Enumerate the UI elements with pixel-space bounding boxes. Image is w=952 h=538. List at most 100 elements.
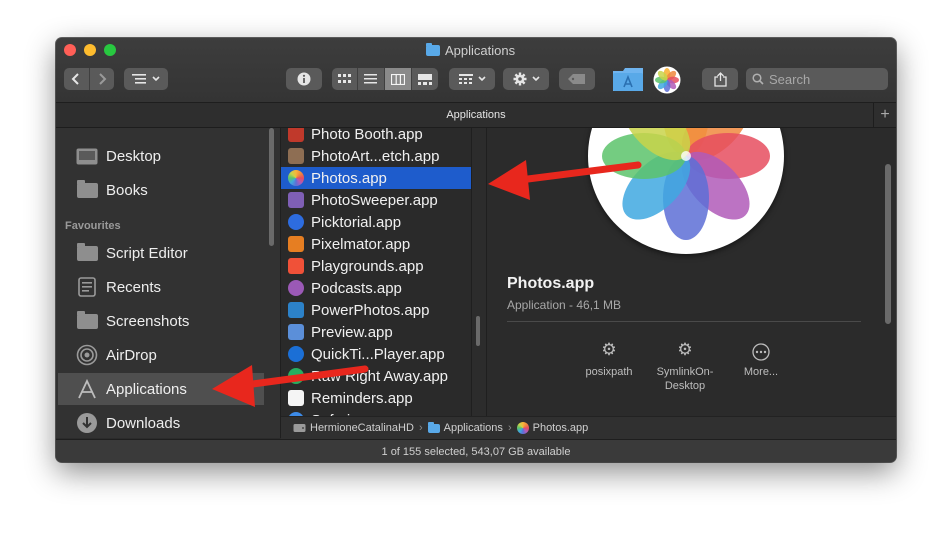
- sidebar-item-airdrop[interactable]: AirDrop: [56, 339, 280, 371]
- applications-column: Photo Booth.app PhotoArt...etch.app Phot…: [281, 128, 471, 438]
- path-separator: ›: [507, 422, 512, 434]
- sidebar-item-label: Applications: [106, 380, 187, 398]
- path-crumb-photos[interactable]: Photos.app: [516, 422, 589, 434]
- list-item[interactable]: Picktorial.app: [281, 211, 471, 233]
- folder-icon: [76, 310, 98, 331]
- back-button[interactable]: [64, 68, 90, 90]
- window-title-text: Applications: [445, 42, 516, 58]
- action-menu-button[interactable]: [503, 68, 549, 90]
- sidebar-item-books[interactable]: Books: [56, 174, 280, 206]
- sidebar-item-applications[interactable]: Applications: [58, 373, 264, 405]
- list-item[interactable]: Pixelmator.app: [281, 233, 471, 255]
- arrange-dropdown[interactable]: [124, 68, 168, 90]
- photos-icon: [653, 66, 681, 94]
- list-item-selected[interactable]: Photos.app: [281, 167, 471, 189]
- list-item[interactable]: PowerPhotos.app: [281, 299, 471, 321]
- app-name: Pixelmator.app: [311, 235, 411, 253]
- list-item[interactable]: Preview.app: [281, 321, 471, 343]
- applications-folder-icon[interactable]: [612, 66, 644, 92]
- quick-action-posixpath[interactable]: ⚙ posixpath: [569, 341, 649, 379]
- app-name: Photos.app: [311, 169, 387, 187]
- chevron-down-icon: [152, 76, 160, 82]
- more-icon: [721, 343, 801, 365]
- drive-icon: [293, 424, 306, 432]
- quick-action-more[interactable]: More...: [721, 343, 801, 379]
- gallery-view-button[interactable]: [412, 68, 438, 90]
- list-item[interactable]: PhotoArt...etch.app: [281, 145, 471, 167]
- list-item[interactable]: Photo Booth.app: [281, 128, 471, 145]
- app-icon: [288, 302, 304, 318]
- chevron-right-icon: [99, 73, 107, 85]
- columns-icon: [390, 73, 405, 85]
- app-icon: [288, 346, 304, 362]
- app-name: PhotoSweeper.app: [311, 191, 438, 209]
- list-item[interactable]: QuickTi...Player.app: [281, 343, 471, 365]
- sidebar-item-recents[interactable]: Recents: [56, 271, 280, 303]
- column-header-title: Applications: [446, 109, 506, 121]
- folder-icon: [76, 179, 98, 200]
- app-icon: [288, 390, 304, 406]
- quick-action-symlink[interactable]: ⚙ SymlinkOn-Desktop: [643, 341, 727, 393]
- divider: [507, 321, 861, 322]
- tag-icon: [568, 74, 585, 84]
- list-item[interactable]: PhotoSweeper.app: [281, 189, 471, 211]
- preview-pane: Photos.app Application - 46,1 MB ⚙ posix…: [487, 128, 880, 438]
- sidebar-item-label: Recents: [106, 278, 162, 296]
- path-crumb-label: Photos.app: [532, 422, 589, 434]
- app-icon: [288, 280, 304, 296]
- minimize-button[interactable]: [84, 44, 96, 56]
- search-icon: [752, 73, 764, 85]
- add-tab-button[interactable]: +: [873, 103, 896, 127]
- column-scrollbar[interactable]: [476, 316, 480, 346]
- app-name: Preview.app: [311, 323, 393, 341]
- list-item[interactable]: Reminders.app: [281, 387, 471, 409]
- icon-view-button[interactable]: [332, 68, 359, 90]
- share-button[interactable]: [702, 68, 738, 90]
- path-bar: HermioneCatalinaHD › Applications › Phot…: [281, 416, 896, 439]
- status-text: 1 of 155 selected, 543,07 GB available: [381, 445, 571, 458]
- path-crumb-volume[interactable]: HermioneCatalinaHD: [293, 422, 414, 434]
- path-crumb-applications[interactable]: Applications: [427, 421, 503, 434]
- list-lines-icon: [132, 74, 146, 84]
- sidebar-scrollbar[interactable]: [269, 128, 274, 246]
- list-item[interactable]: Playgrounds.app: [281, 255, 471, 277]
- zoom-button[interactable]: [104, 44, 116, 56]
- group-by-dropdown[interactable]: [449, 68, 495, 90]
- tags-button[interactable]: [559, 68, 595, 90]
- sidebar-item-label: Script Editor: [106, 244, 188, 262]
- path-crumb-label: HermioneCatalinaHD: [310, 422, 414, 434]
- column-view-button[interactable]: [384, 68, 412, 90]
- app-icon: [288, 192, 304, 208]
- app-name: PowerPhotos.app: [311, 301, 430, 319]
- quick-action-label: More...: [743, 366, 779, 378]
- app-icon: [288, 368, 304, 384]
- sidebar: Desktop Books Favourites Script Editor R…: [56, 128, 281, 438]
- app-icon: [288, 214, 304, 230]
- photos-app-icon[interactable]: [653, 66, 681, 94]
- sidebar-item-script-editor[interactable]: Script Editor: [56, 237, 280, 269]
- downloads-icon: [76, 413, 98, 433]
- sidebar-item-downloads[interactable]: Downloads: [56, 407, 280, 438]
- view-mode-control: [332, 68, 438, 90]
- get-info-button[interactable]: [286, 68, 322, 90]
- airdrop-icon: [76, 344, 98, 366]
- preview-scrollbar[interactable]: [885, 164, 891, 324]
- path-separator: ›: [418, 422, 423, 434]
- window-title: Applications: [426, 42, 515, 58]
- photos-app-large-icon: [588, 128, 784, 254]
- sidebar-item-desktop[interactable]: Desktop: [56, 140, 280, 172]
- list-item[interactable]: Podcasts.app: [281, 277, 471, 299]
- recents-icon: [76, 277, 98, 297]
- app-name: Picktorial.app: [311, 213, 402, 231]
- app-name: QuickTi...Player.app: [311, 345, 445, 363]
- column-resize-handle[interactable]: [471, 128, 487, 438]
- column-header: Applications +: [56, 103, 896, 128]
- folder-icon: [427, 421, 440, 433]
- forward-button[interactable]: [90, 68, 115, 90]
- app-name: Podcasts.app: [311, 279, 402, 297]
- sidebar-item-screenshots[interactable]: Screenshots: [56, 305, 280, 337]
- search-field[interactable]: Search: [746, 68, 888, 90]
- list-view-button[interactable]: [358, 68, 385, 90]
- list-item[interactable]: Raw Right Away.app: [281, 365, 471, 387]
- close-button[interactable]: [64, 44, 76, 56]
